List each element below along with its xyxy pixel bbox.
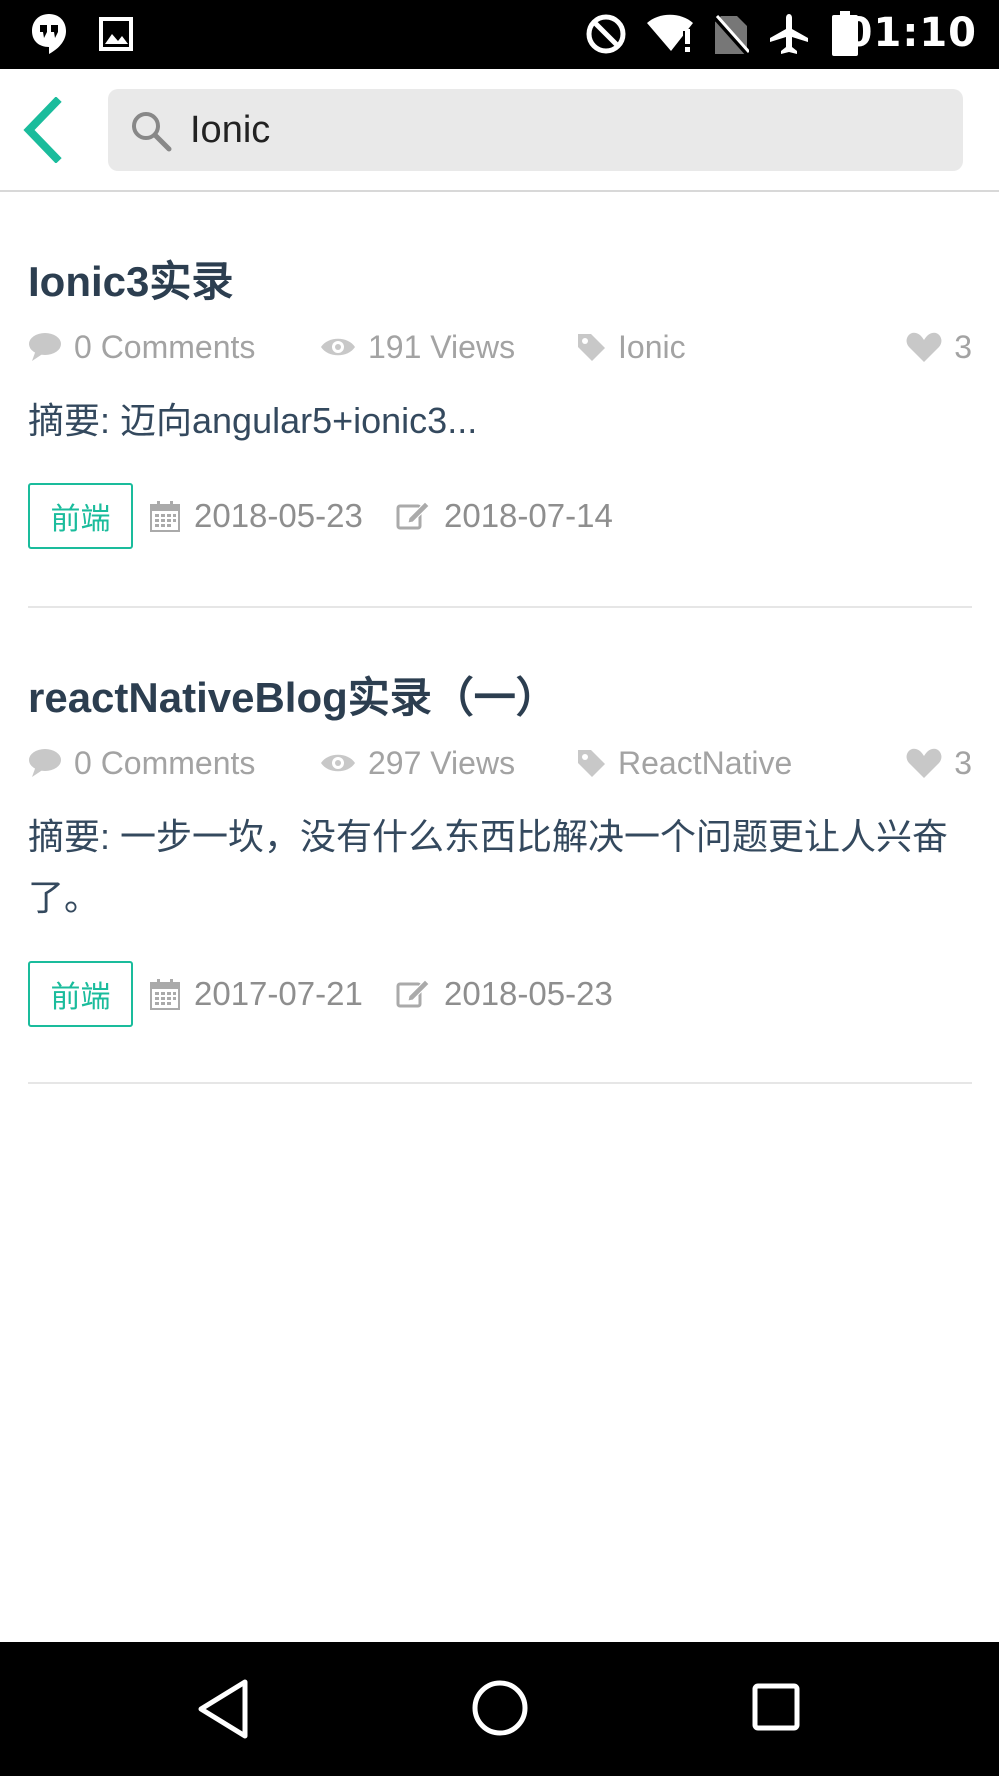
- comment-icon: [29, 749, 61, 777]
- article-footer: 前端 2018-05-23 2018-07-14: [28, 483, 972, 549]
- article-tag[interactable]: ReactNative: [576, 741, 792, 785]
- heart-icon: [906, 332, 942, 362]
- home-circle-icon[interactable]: [470, 1678, 530, 1743]
- comment-icon: [29, 333, 61, 361]
- article-title[interactable]: reactNativeBlog实录（一）: [28, 664, 558, 725]
- article-item[interactable]: reactNativeBlog实录（一） 0 Comments 297 View…: [28, 608, 972, 1084]
- comments-count: 0 Comments: [28, 741, 255, 785]
- image-icon: [99, 17, 133, 56]
- edit-icon: [396, 979, 430, 1008]
- views-count: 191 Views: [320, 325, 515, 369]
- hangouts-icon: [30, 12, 68, 61]
- eye-icon: [321, 754, 355, 772]
- eye-icon: [321, 338, 355, 356]
- no-sim-icon: [713, 14, 751, 61]
- chevron-left-icon: [23, 96, 62, 164]
- category-badge[interactable]: 前端: [28, 483, 133, 549]
- wifi-alert-icon: [645, 13, 697, 60]
- do-not-disturb-icon: [585, 13, 627, 60]
- status-time: 01:10: [844, 10, 977, 56]
- category-badge[interactable]: 前端: [28, 961, 133, 1027]
- article-footer: 前端 2017-07-21 2018-05-23: [28, 961, 972, 1027]
- tag-icon: [578, 334, 605, 361]
- article-meta: 0 Comments 191 Views Ionic 3: [28, 325, 972, 369]
- likes-count[interactable]: 3: [906, 325, 972, 369]
- article-summary: 摘要: 迈向angular5+ionic3...: [28, 400, 478, 441]
- created-date: 2017-07-21: [150, 961, 363, 1027]
- heart-icon: [906, 748, 942, 778]
- navigation-bar: [0, 1642, 999, 1776]
- likes-count[interactable]: 3: [906, 741, 972, 785]
- article-tag[interactable]: Ionic: [576, 325, 686, 369]
- recents-square-icon[interactable]: [751, 1682, 801, 1737]
- calendar-icon: [150, 979, 180, 1010]
- article-item[interactable]: Ionic3实录 0 Comments 191 Views Ionic 3 摘要…: [28, 190, 972, 608]
- search-header: [0, 69, 999, 192]
- article-summary: 摘要: 一步一坎，没有什么东西比解决一个问题更让人兴奋了。: [28, 816, 949, 918]
- edit-icon: [396, 501, 430, 530]
- search-input[interactable]: [190, 89, 940, 171]
- back-button[interactable]: [20, 96, 70, 164]
- status-bar: 01:10: [0, 0, 999, 69]
- airplane-mode-icon: [767, 12, 811, 61]
- created-date: 2018-05-23: [150, 483, 363, 549]
- views-count: 297 Views: [320, 741, 515, 785]
- updated-date: 2018-07-14: [396, 483, 613, 549]
- search-icon: [130, 110, 172, 157]
- updated-date: 2018-05-23: [396, 961, 613, 1027]
- calendar-icon: [150, 501, 180, 532]
- search-box[interactable]: [108, 89, 963, 171]
- comments-count: 0 Comments: [28, 325, 255, 369]
- article-title[interactable]: Ionic3实录: [28, 248, 233, 309]
- article-meta: 0 Comments 297 Views ReactNative 3: [28, 741, 972, 785]
- tag-icon: [578, 750, 605, 777]
- back-triangle-icon[interactable]: [195, 1678, 251, 1745]
